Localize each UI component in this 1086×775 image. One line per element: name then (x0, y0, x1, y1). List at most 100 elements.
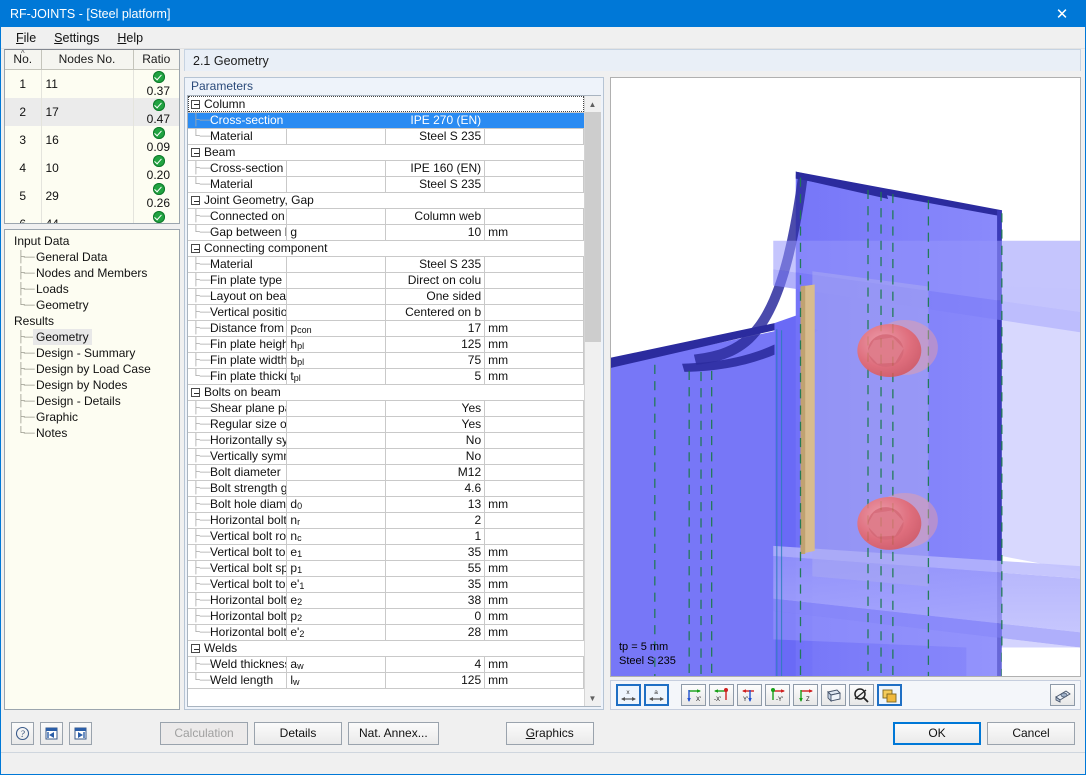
param-value[interactable]: 2 (385, 512, 486, 529)
print-button[interactable] (1050, 684, 1075, 706)
menu-item-settings[interactable]: Settings (45, 29, 108, 47)
param-row[interactable]: ├—Cross-section IPE 160 (EN) (188, 160, 584, 177)
view-minus-y-button[interactable]: -Y' (765, 684, 790, 706)
collapse-expand-icon[interactable] (191, 244, 200, 253)
scrollbar-thumb[interactable] (584, 112, 601, 342)
param-row[interactable]: ├—Horizontal bolt rowsnr2 (188, 512, 584, 529)
column-header-no[interactable]: ^ No. (5, 50, 42, 70)
cancel-button[interactable]: Cancel (987, 721, 1075, 745)
zoom-view-button[interactable] (849, 684, 874, 706)
param-value[interactable]: No (385, 448, 486, 465)
view-y-button[interactable]: Y' (737, 684, 762, 706)
close-icon[interactable]: ✕ (1039, 1, 1085, 27)
param-row[interactable]: ├—Bolt hole diameterd013mm (188, 496, 584, 513)
graphics-button[interactable]: Graphics (505, 721, 594, 745)
param-row[interactable]: ├—Weld thickness aw 4 mm (188, 656, 584, 673)
param-value[interactable]: 125 (385, 672, 486, 689)
isometric-view-button[interactable] (821, 684, 846, 706)
render-mode-button[interactable] (877, 684, 902, 706)
param-row[interactable]: └—Material Steel S 235 (188, 128, 584, 145)
navigation-tree[interactable]: Input Data ├— General Data ├— Nodes and Memb… (4, 229, 180, 710)
scroll-down-icon[interactable]: ▼ (584, 690, 601, 706)
tree-item-general-data[interactable]: ├— General Data (9, 249, 177, 265)
param-value[interactable]: IPE 160 (EN) (385, 160, 486, 177)
param-value[interactable]: 17 (385, 320, 486, 337)
param-row[interactable]: └—Material Steel S 235 (188, 176, 584, 193)
param-row[interactable]: └—Fin plate thicknesstpl5mm (188, 368, 584, 385)
ok-button[interactable]: OK (893, 721, 981, 745)
param-value[interactable]: 55 (385, 560, 486, 577)
param-value[interactable]: 4 (385, 656, 486, 673)
collapse-expand-icon[interactable] (191, 388, 200, 397)
param-row[interactable]: └—Gap between beam and columng10mm (188, 224, 584, 241)
param-value[interactable]: Direct on colu (385, 272, 486, 289)
tree-item-geometry[interactable]: └— Geometry (9, 297, 177, 313)
collapse-expand-icon[interactable] (191, 196, 200, 205)
details-button[interactable]: Details (254, 721, 342, 745)
collapse-expand-icon[interactable] (191, 148, 200, 157)
param-value[interactable]: No (385, 432, 486, 449)
param-group-row[interactable]: Column (188, 96, 584, 113)
help-icon[interactable]: ? (11, 721, 34, 745)
param-value[interactable]: 5 (385, 368, 486, 385)
tree-item-design-details[interactable]: ├— Design - Details (9, 393, 177, 409)
param-row[interactable]: ├—Fin plate height hpl 125 mm (188, 336, 584, 353)
param-value[interactable]: 13 (385, 496, 486, 513)
param-value[interactable]: Steel S 235 (385, 256, 486, 273)
param-value[interactable]: 35 (385, 576, 486, 593)
param-value[interactable]: Steel S 235 (385, 128, 486, 145)
previous-icon[interactable] (40, 721, 63, 745)
table-row[interactable]: 2 17 0.47 (5, 97, 179, 126)
param-value[interactable]: 38 (385, 592, 486, 609)
param-group-row[interactable]: Welds (188, 640, 584, 657)
scrollbar-track[interactable] (584, 112, 601, 690)
param-row[interactable]: ├—Bolt strength grade 4.6 (188, 480, 584, 497)
joint-3d-viewport[interactable]: tp = 5 mm Steel S 235 (610, 77, 1081, 677)
tree-item-geometry[interactable]: ├— Geometry (9, 329, 177, 345)
param-value[interactable]: Yes (385, 400, 486, 417)
param-row[interactable]: ├—Connected on flange/web Column web (188, 208, 584, 225)
param-value[interactable]: Column web (385, 208, 486, 225)
param-value[interactable]: One sided (385, 288, 486, 305)
param-row[interactable]: └—Weld length lw 125 mm (188, 672, 584, 689)
param-value[interactable]: 1 (385, 528, 486, 545)
table-row[interactable]: 1 11 0.37 (5, 69, 179, 98)
node-ratio-grid[interactable]: ^ No. Nodes No. Ratio 1 11 0.37 2 17 0.47 3 16 0… (4, 49, 180, 224)
menu-item-file[interactable]: File (7, 29, 45, 47)
table-row[interactable]: 4 10 0.20 (5, 153, 179, 182)
tree-item-design-by-load-case[interactable]: ├— Design by Load Case (9, 361, 177, 377)
param-row[interactable]: ├—Fin plate type Direct on colu (188, 272, 584, 289)
param-row[interactable]: ├—Vertical bolt to edge distancee135mm (188, 544, 584, 561)
param-row[interactable]: ├—Vertically symmetrical placement No (188, 448, 584, 465)
tree-item-loads[interactable]: ├— Loads (9, 281, 177, 297)
param-value[interactable]: M12 (385, 464, 486, 481)
table-row[interactable]: 3 16 0.09 (5, 125, 179, 154)
param-row[interactable]: ├—Vertical bolt to edge distancee'135mm (188, 576, 584, 593)
param-value[interactable]: 4.6 (385, 480, 486, 497)
param-row[interactable]: ├—Distance from upper beam facepcon17mm (188, 320, 584, 337)
parameters-grid[interactable]: Column ├—Cross-section IPE 270 (EN) └—Mater… (188, 96, 584, 706)
param-value[interactable]: 35 (385, 544, 486, 561)
param-group-row[interactable]: Joint Geometry, Gap (188, 192, 584, 209)
menu-item-help[interactable]: Help (108, 29, 152, 47)
param-row[interactable]: ├—Bolt diameter M12 (188, 464, 584, 481)
param-row[interactable]: └—Horizontal bolt to edge distancee'228m… (188, 624, 584, 641)
collapse-expand-icon[interactable] (191, 644, 200, 653)
param-group-row[interactable]: Beam (188, 144, 584, 161)
column-header-ratio[interactable]: Ratio (133, 50, 179, 70)
param-row[interactable]: ├—Horizontally symmetrical placement No (188, 432, 584, 449)
tree-item-input-data[interactable]: Input Data (9, 233, 177, 249)
collapse-expand-icon[interactable] (191, 99, 200, 109)
view-minus-x-button[interactable]: -X' (709, 684, 734, 706)
param-value[interactable]: 125 (385, 336, 486, 353)
tree-item-design-by-nodes[interactable]: ├— Design by Nodes (9, 377, 177, 393)
param-value[interactable]: 10 (385, 224, 486, 241)
param-row[interactable]: ├—Horizontal bolt to edge distancee238mm (188, 592, 584, 609)
param-row[interactable]: ├—Cross-section IPE 270 (EN) (188, 112, 584, 129)
view-x-button[interactable]: X' (681, 684, 706, 706)
param-value[interactable]: Steel S 235 (385, 176, 486, 193)
scroll-up-icon[interactable]: ▲ (584, 96, 601, 112)
param-row[interactable]: ├—Material Steel S 235 (188, 256, 584, 273)
param-row[interactable]: ├—Fin plate width bpl 75 mm (188, 352, 584, 369)
param-row[interactable]: ├—Horizontal bolt spacingp20mm (188, 608, 584, 625)
